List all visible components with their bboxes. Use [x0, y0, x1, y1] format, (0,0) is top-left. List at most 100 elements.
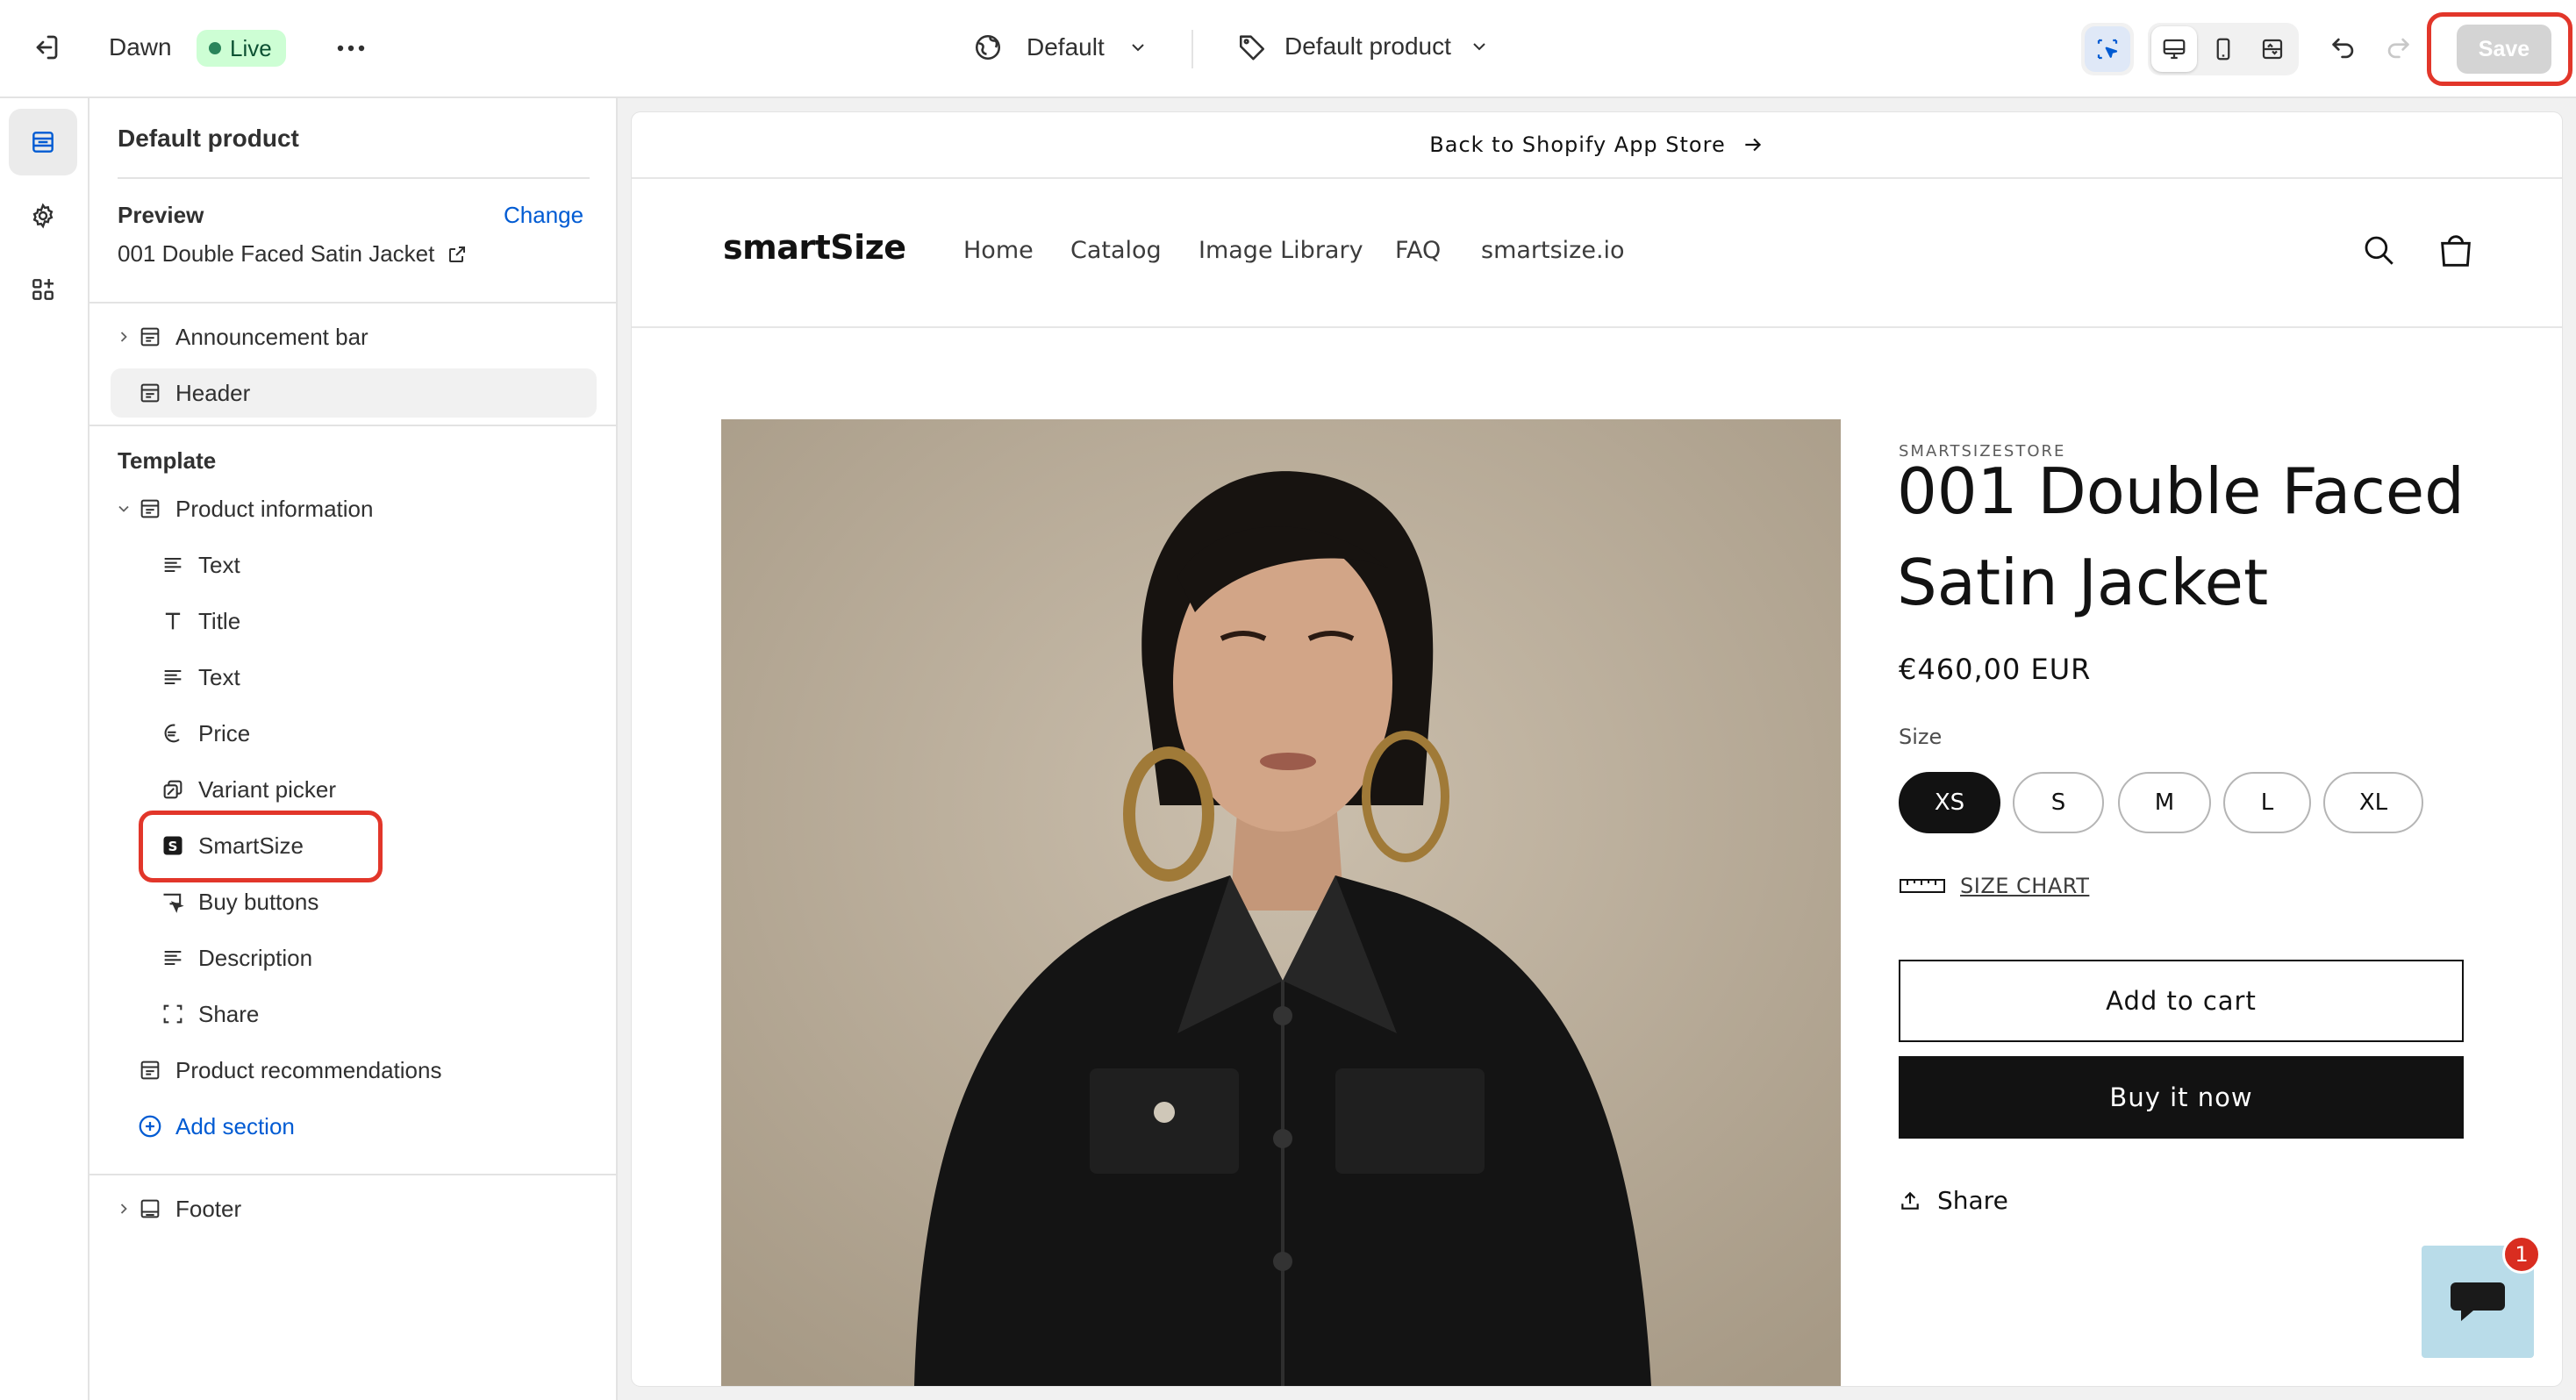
row-label: Description	[198, 944, 313, 971]
row-label: Share	[198, 1000, 260, 1027]
apps-icon[interactable]	[9, 256, 77, 323]
exit-icon[interactable]	[30, 32, 61, 63]
divider	[89, 1174, 616, 1175]
chat-unread-badge: 1	[2502, 1235, 2541, 1274]
nav-faq[interactable]: FAQ	[1395, 237, 1441, 264]
live-label: Live	[230, 34, 272, 61]
add-to-cart-button[interactable]: Add to cart	[1899, 960, 2464, 1042]
fullscreen-view-icon[interactable]	[2250, 26, 2295, 72]
add-section-label: Add section	[175, 1112, 295, 1139]
nav-smartsize-io[interactable]: smartsize.io	[1481, 237, 1625, 264]
chevron-down-icon[interactable]	[111, 500, 137, 518]
live-dot-icon	[209, 42, 221, 54]
mobile-view-icon[interactable]	[2200, 26, 2246, 72]
nav-home[interactable]: Home	[963, 237, 1034, 264]
undo-icon[interactable]	[2329, 33, 2358, 63]
section-footer[interactable]: Footer	[111, 1184, 597, 1233]
settings-gear-icon[interactable]	[9, 182, 77, 249]
size-chart-label: SIZE CHART	[1960, 874, 2090, 898]
cart-icon[interactable]	[2436, 230, 2476, 270]
section-layout-icon	[137, 325, 163, 349]
product-price: €460,00 EUR	[1899, 653, 2092, 686]
nav-catalog[interactable]: Catalog	[1070, 237, 1162, 264]
desktop-view-icon[interactable]	[2151, 26, 2197, 72]
share-upload-icon	[1899, 1189, 1921, 1212]
divider	[89, 425, 616, 426]
preview-product-link[interactable]: 001 Double Faced Satin Jacket	[118, 240, 468, 268]
block-price[interactable]: Price	[111, 709, 597, 758]
editor-topbar: Dawn Live Default Default product Save	[0, 0, 2576, 98]
sections-icon[interactable]	[9, 109, 77, 175]
globe-icon	[972, 32, 1004, 63]
redo-icon[interactable]	[2383, 33, 2413, 63]
row-label: Buy buttons	[198, 888, 319, 915]
live-badge: Live	[197, 30, 286, 67]
variant-icon	[160, 777, 186, 802]
theme-name[interactable]: Dawn	[109, 33, 172, 61]
block-buy-buttons[interactable]: Buy buttons	[111, 877, 597, 926]
share-button[interactable]: Share	[1899, 1186, 2008, 1215]
section-layout-icon	[137, 381, 163, 405]
preview-label: Preview	[118, 202, 204, 228]
add-section-button[interactable]: Add section	[111, 1102, 597, 1151]
share-label: Share	[1937, 1186, 2008, 1215]
block-share[interactable]: Share	[111, 989, 597, 1039]
page-title: Default product	[118, 125, 299, 152]
section-product-recommendations[interactable]: Product recommendations	[111, 1046, 597, 1095]
locale-label: Default	[1027, 33, 1105, 61]
size-option-l[interactable]: L	[2223, 772, 2311, 833]
chevron-down-icon	[1127, 37, 1148, 58]
row-label: Product information	[175, 495, 374, 522]
chat-bubble-icon	[2449, 1277, 2507, 1326]
inspector-select-icon[interactable]	[2085, 26, 2130, 72]
ruler-icon	[1899, 875, 1946, 896]
divider	[118, 177, 590, 179]
template-selector[interactable]: Default product	[1237, 32, 1490, 61]
product-title-line-1: 001 Double Faced	[1897, 454, 2465, 528]
section-product-information[interactable]: Product information	[111, 484, 597, 533]
section-layout-icon	[137, 496, 163, 521]
section-layout-icon	[137, 1196, 163, 1221]
size-option-xl[interactable]: XL	[2323, 772, 2423, 833]
product-image[interactable]	[721, 419, 1841, 1386]
inspector-toggle	[2081, 23, 2134, 75]
change-preview-link[interactable]: Change	[504, 202, 583, 229]
row-label: Text	[198, 663, 240, 690]
block-variant-picker[interactable]: Variant picker	[111, 765, 597, 814]
header-divider	[632, 326, 2562, 328]
text-lines-icon	[160, 553, 186, 577]
search-icon[interactable]	[2360, 232, 2397, 268]
size-chart-link[interactable]: SIZE CHART	[1899, 874, 2089, 898]
save-highlight-annotation	[2427, 12, 2572, 86]
section-header[interactable]: Header	[111, 368, 597, 418]
size-option-s[interactable]: S	[2013, 772, 2104, 833]
template-label: Default product	[1284, 32, 1451, 60]
chevron-right-icon[interactable]	[111, 328, 137, 346]
announcement-bar[interactable]: Back to Shopify App Store	[632, 112, 2562, 179]
locale-selector[interactable]: Default	[972, 32, 1148, 63]
share-frame-icon	[160, 1002, 186, 1026]
block-title[interactable]: Title	[111, 596, 597, 646]
device-switcher	[2148, 23, 2299, 75]
divider	[89, 302, 616, 304]
section-announcement-bar[interactable]: Announcement bar	[111, 312, 597, 361]
smartsize-highlight-annotation	[139, 811, 383, 882]
product-title: 001 Double Faced Satin Jacket	[1897, 446, 2465, 628]
editor-icon-rail	[0, 98, 89, 1400]
size-option-xs[interactable]: XS	[1899, 772, 2000, 833]
block-text[interactable]: Text	[111, 540, 597, 589]
row-label: Text	[198, 551, 240, 578]
block-description[interactable]: Description	[111, 933, 597, 982]
nav-image-library[interactable]: Image Library	[1199, 237, 1363, 264]
block-text[interactable]: Text	[111, 653, 597, 702]
store-logo[interactable]: smartSize	[723, 228, 906, 267]
buy-it-now-button[interactable]: Buy it now	[1899, 1056, 2464, 1139]
store-preview-frame: Back to Shopify App Store smartSize Home…	[632, 112, 2562, 1386]
more-actions-icon[interactable]	[335, 35, 367, 61]
row-label: Price	[198, 719, 251, 746]
text-lines-icon	[160, 665, 186, 689]
size-option-m[interactable]: M	[2118, 772, 2211, 833]
chevron-right-icon[interactable]	[111, 1200, 137, 1218]
arrow-right-icon	[1742, 133, 1764, 156]
row-label: Header	[175, 379, 251, 406]
